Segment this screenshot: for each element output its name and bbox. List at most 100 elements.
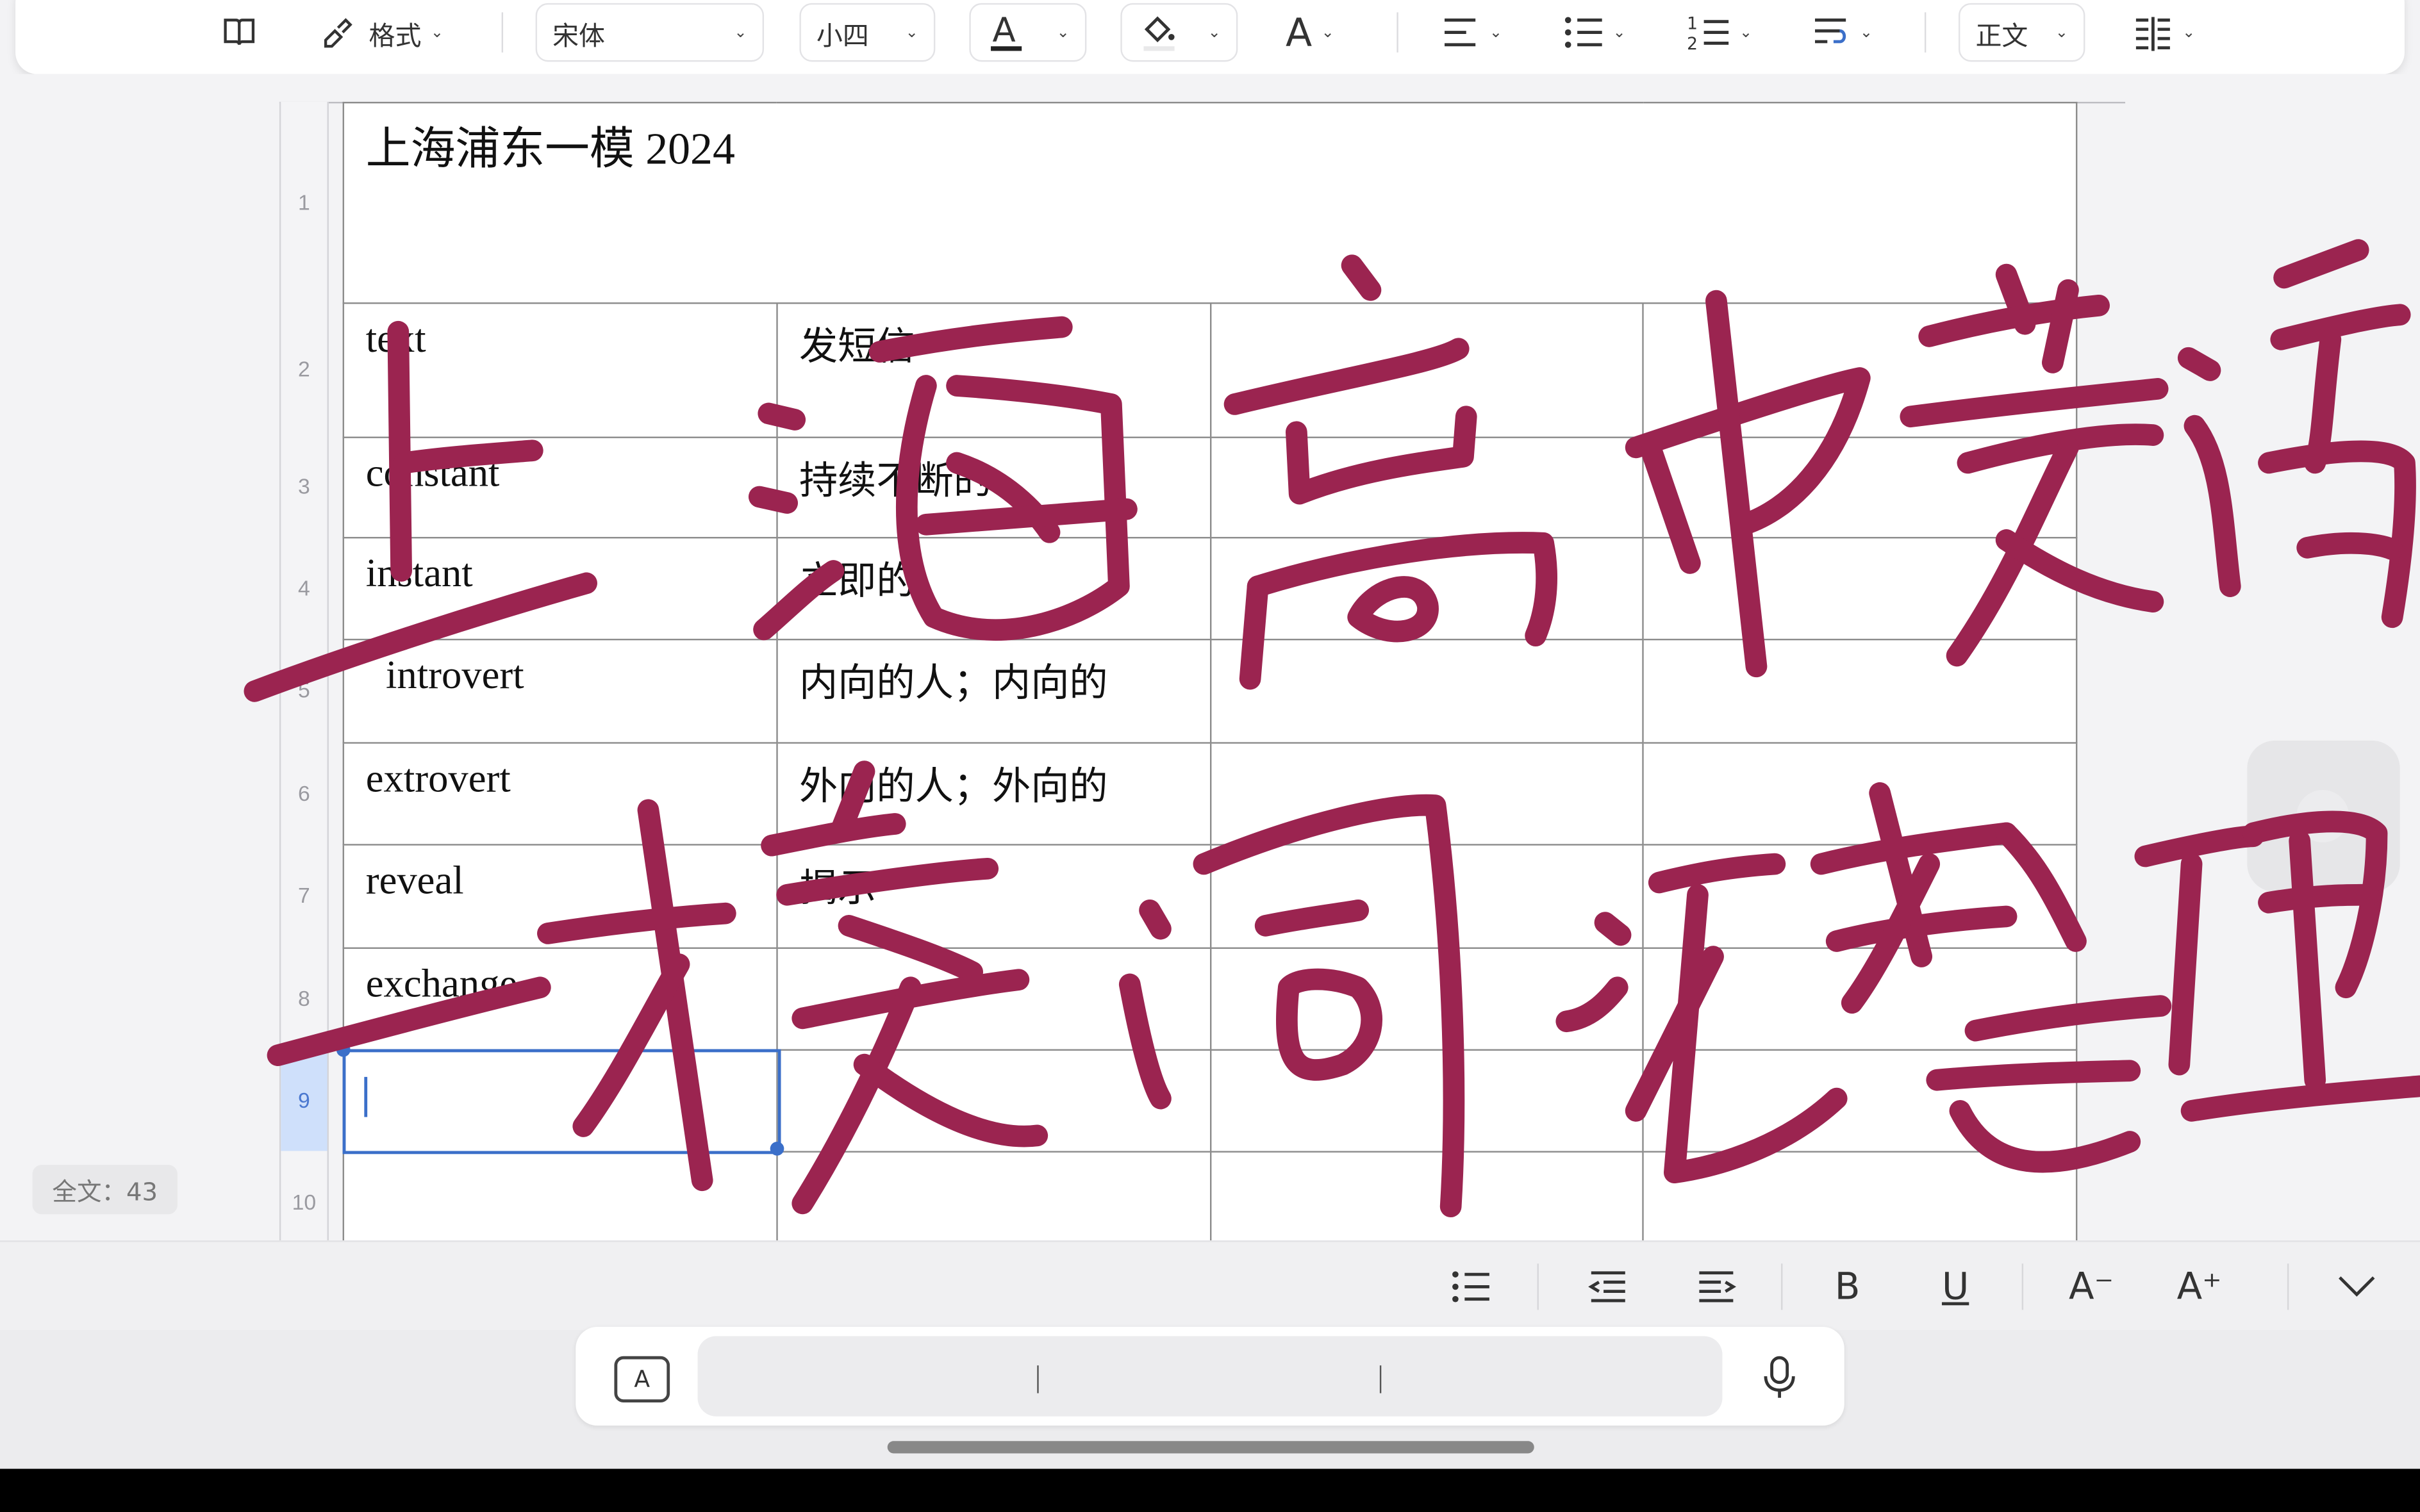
- row-number[interactable]: 5: [281, 639, 327, 742]
- bar-divider: [2021, 1263, 2024, 1310]
- underline-button[interactable]: U: [1932, 1263, 1978, 1310]
- screen-bottom-edge: [0, 1468, 2420, 1512]
- english-cell[interactable]: introvert: [342, 638, 778, 744]
- chinese-cell[interactable]: 内向的人；内向的: [775, 638, 1211, 744]
- english-cell[interactable]: exchange: [342, 947, 778, 1051]
- table-row: text 发短信: [342, 302, 2078, 438]
- bar-divider: [1781, 1263, 1783, 1310]
- empty-cell[interactable]: [1209, 436, 1645, 539]
- english-cell[interactable]: instant: [342, 537, 778, 641]
- english-cell[interactable]: constant: [342, 436, 778, 539]
- keyboard-toggle-icon[interactable]: A: [614, 1356, 670, 1403]
- row-number[interactable]: 3: [281, 437, 327, 538]
- align-button[interactable]: ⌄: [1440, 6, 1502, 59]
- empty-cell[interactable]: [1209, 302, 1645, 438]
- row-number[interactable]: 1: [281, 102, 327, 302]
- font-color-button[interactable]: A ⌄: [969, 3, 1087, 62]
- chevron-down-icon: ⌄: [1056, 24, 1070, 41]
- font-style-icon: A: [1285, 10, 1313, 55]
- empty-cell[interactable]: [1209, 537, 1645, 641]
- empty-cell[interactable]: [1642, 436, 2078, 539]
- table-row: [342, 1151, 2078, 1241]
- floating-assistive-button[interactable]: [2247, 740, 2400, 892]
- format-toolbar: 格式 ⌄ 宋体 ⌄ 小四 ⌄ A ⌄ ⌄ A ⌄ ⌄ ⌄ 1 2 ⌄ ⌄ 正文 …: [15, 0, 2405, 74]
- document-canvas[interactable]: 1 2 3 4 5 6 7 8 9 10 上海浦东一模 2024 text 发短…: [0, 74, 2420, 1241]
- book-icon: [224, 19, 255, 45]
- empty-cell[interactable]: [1209, 1151, 1645, 1241]
- increase-font-button[interactable]: A⁺: [2173, 1263, 2226, 1310]
- format-style-button[interactable]: 格式 ⌄: [319, 6, 443, 59]
- bullet-list-icon: [1452, 1271, 1489, 1302]
- increase-indent-button[interactable]: [1691, 1263, 1737, 1310]
- bar-divider: [2287, 1263, 2289, 1310]
- bar-divider: [1537, 1263, 1539, 1310]
- decrease-indent-button[interactable]: [1584, 1263, 1630, 1310]
- columns-button[interactable]: ⌄: [2133, 6, 2195, 59]
- paragraph-style-select[interactable]: 正文 ⌄: [1958, 3, 2085, 62]
- chinese-cell[interactable]: 揭示: [775, 844, 1211, 949]
- empty-cell[interactable]: [1642, 638, 2078, 744]
- chevron-down-icon: ⌄: [2055, 24, 2068, 41]
- empty-cell[interactable]: [1209, 844, 1645, 949]
- document-page[interactable]: 上海浦东一模 2024 text 发短信 constant 持续不断的 inst…: [336, 101, 2078, 1241]
- font-style-button[interactable]: A ⌄: [1286, 6, 1334, 59]
- chinese-cell[interactable]: [775, 1151, 1211, 1241]
- toolbar-divider: [1396, 12, 1398, 53]
- font-family-value: 宋体: [552, 21, 605, 52]
- chinese-cell[interactable]: 发短信: [775, 302, 1211, 438]
- list-button[interactable]: [1448, 1263, 1494, 1310]
- microphone-icon[interactable]: [1762, 1354, 1796, 1401]
- text-cursor: [364, 1076, 368, 1117]
- row-number[interactable]: 8: [281, 948, 327, 1049]
- chinese-cell[interactable]: 持续不断的: [775, 436, 1211, 539]
- empty-cell[interactable]: [1209, 947, 1645, 1051]
- empty-cell[interactable]: [1209, 638, 1645, 744]
- row-number[interactable]: 7: [281, 844, 327, 947]
- title-cell[interactable]: 上海浦东一模 2024: [342, 101, 2078, 304]
- font-size-select[interactable]: 小四 ⌄: [799, 3, 936, 62]
- chinese-cell[interactable]: [775, 947, 1211, 1051]
- empty-cell[interactable]: [1209, 742, 1645, 846]
- table-row: instant 立即的: [342, 537, 2078, 641]
- row-number[interactable]: 6: [281, 742, 327, 844]
- chinese-cell[interactable]: 外向的人；外向的: [775, 742, 1211, 846]
- selection-handle-start[interactable]: [336, 1042, 351, 1057]
- row-number[interactable]: 4: [281, 537, 327, 639]
- text-wrap-button[interactable]: ⌄: [1811, 6, 1873, 59]
- empty-cell[interactable]: [1642, 1049, 2078, 1153]
- font-family-select[interactable]: 宋体 ⌄: [535, 3, 765, 62]
- empty-cell[interactable]: [1642, 844, 2078, 949]
- english-cell[interactable]: extrovert: [342, 742, 778, 846]
- empty-cell[interactable]: [1642, 302, 2078, 438]
- row-number-active[interactable]: 9: [281, 1049, 327, 1151]
- empty-cell[interactable]: [1642, 947, 2078, 1051]
- suggestion-divider: [1037, 1365, 1039, 1393]
- selection-handle-end[interactable]: [770, 1142, 784, 1156]
- outline-book-button[interactable]: [220, 6, 258, 59]
- decrease-font-button[interactable]: A⁻: [2065, 1263, 2118, 1310]
- table-row: introvert 内向的人；内向的: [342, 638, 2078, 744]
- align-icon: [1445, 18, 1476, 47]
- outdent-icon: [1588, 1271, 1625, 1302]
- predictive-input-field[interactable]: [697, 1336, 1723, 1417]
- keyboard-input-bar: A: [576, 1327, 1844, 1426]
- row-number[interactable]: 2: [281, 302, 327, 437]
- numbered-list-button[interactable]: 1 2 ⌄: [1687, 6, 1752, 59]
- collapse-button[interactable]: [2333, 1263, 2380, 1310]
- home-indicator[interactable]: [887, 1441, 1534, 1454]
- bullet-list-button[interactable]: ⌄: [1563, 6, 1626, 59]
- row-number[interactable]: 10: [281, 1151, 327, 1240]
- english-cell[interactable]: text: [342, 302, 778, 438]
- empty-cell[interactable]: [1642, 537, 2078, 641]
- empty-cell[interactable]: [1642, 1151, 2078, 1241]
- empty-cell[interactable]: [1209, 1049, 1645, 1153]
- cell-selection-box[interactable]: [342, 1049, 781, 1155]
- chinese-cell[interactable]: [775, 1049, 1211, 1153]
- empty-cell[interactable]: [1642, 742, 2078, 846]
- highlight-color-button[interactable]: ⌄: [1120, 3, 1238, 62]
- paragraph-style-value: 正文: [1975, 21, 2028, 52]
- english-cell[interactable]: reveal: [342, 844, 778, 949]
- chinese-cell[interactable]: 立即的: [775, 537, 1211, 641]
- bold-button[interactable]: B: [1824, 1263, 1870, 1310]
- english-cell[interactable]: [342, 1151, 778, 1241]
